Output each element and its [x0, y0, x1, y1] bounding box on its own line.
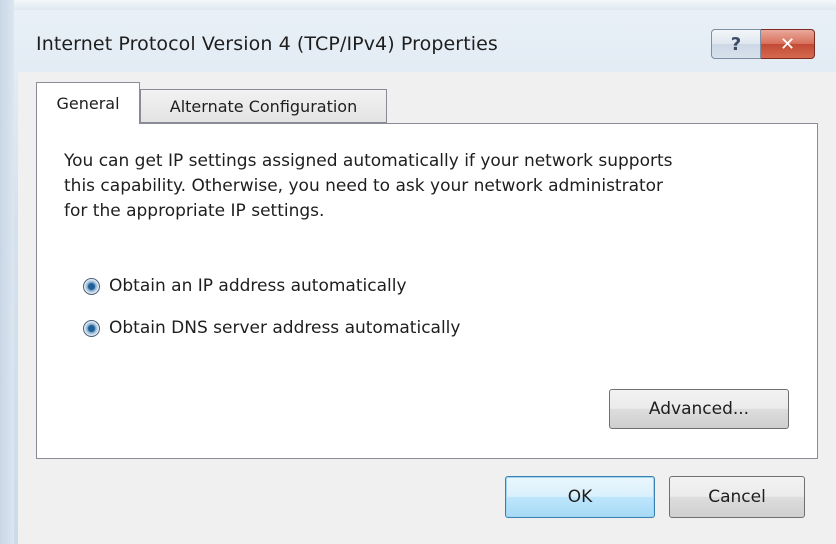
frame-top-edge [0, 0, 836, 10]
title-bar-buttons: ? ✕ [711, 29, 815, 59]
close-icon: ✕ [779, 33, 796, 55]
tab-label: Alternate Configuration [169, 96, 358, 116]
description-line: for the appropriate IP settings. [64, 201, 325, 221]
advanced-button[interactable]: Advanced... [609, 389, 789, 429]
description-line: this capability. Otherwise, you need to … [64, 176, 664, 196]
cancel-button[interactable]: Cancel [669, 476, 805, 518]
tab-alternate-configuration[interactable]: Alternate Configuration [140, 89, 387, 123]
radio-label: Obtain DNS server address automatically [109, 318, 461, 338]
close-button[interactable]: ✕ [761, 29, 815, 59]
help-button[interactable]: ? [711, 29, 761, 59]
description-line: You can get IP settings assigned automat… [64, 151, 673, 171]
radio-label: Obtain an IP address automatically [109, 276, 407, 296]
button-label: OK [567, 487, 593, 507]
tab-general[interactable]: General [36, 82, 140, 124]
obtain-dns-auto-option[interactable]: Obtain DNS server address automatically [83, 318, 460, 338]
ok-button[interactable]: OK [505, 476, 655, 518]
frame-left-edge [0, 0, 14, 544]
tab-label: General [56, 94, 120, 113]
description-text: You can get IP settings assigned automat… [64, 149, 784, 224]
dialog-title: Internet Protocol Version 4 (TCP/IPv4) P… [36, 33, 498, 55]
button-label: Advanced... [648, 399, 750, 419]
radio-button-selected[interactable] [83, 277, 100, 295]
obtain-ip-auto-option[interactable]: Obtain an IP address automatically [83, 276, 407, 296]
radio-button-selected[interactable] [83, 319, 100, 337]
help-icon: ? [730, 33, 742, 55]
button-label: Cancel [708, 487, 766, 507]
